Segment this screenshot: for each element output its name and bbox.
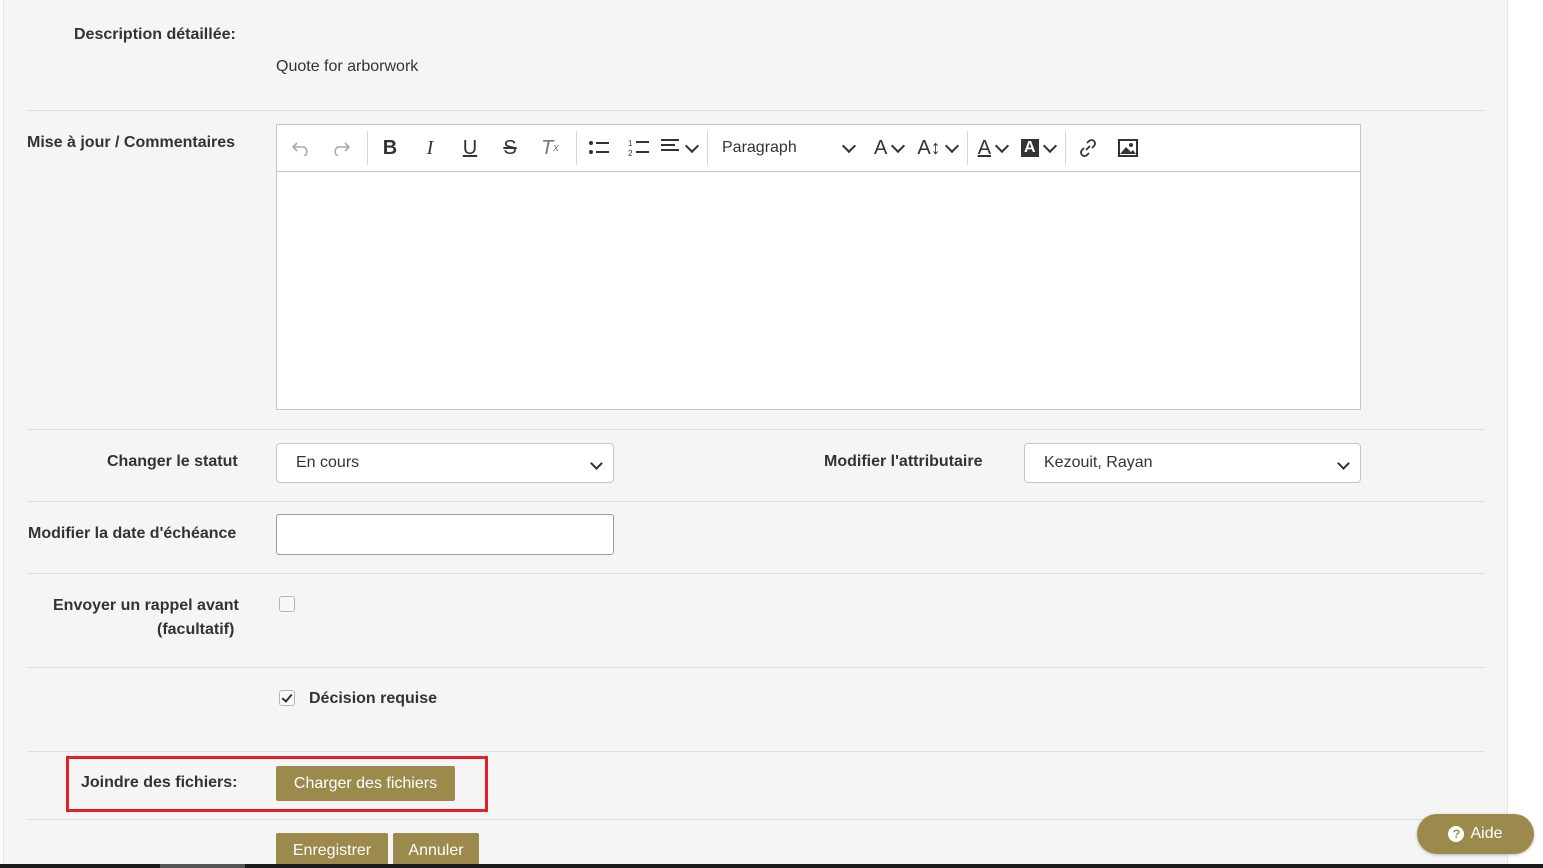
divider bbox=[27, 573, 1485, 574]
divider bbox=[27, 429, 1485, 430]
description-label: Description détaillée: bbox=[74, 26, 236, 43]
decision-required-checkbox[interactable] bbox=[279, 690, 295, 706]
taskbar-strip bbox=[0, 864, 1543, 868]
clear-format-icon[interactable]: Tx bbox=[532, 131, 568, 165]
chevron-down-icon bbox=[841, 138, 857, 153]
status-selected-value: En cours bbox=[296, 454, 360, 471]
comments-label: Mise à jour / Commentaires bbox=[27, 134, 236, 151]
toolbar-separator bbox=[707, 131, 708, 165]
toolbar-separator bbox=[966, 131, 968, 165]
divider bbox=[27, 667, 1485, 668]
status-label: Changer le statut bbox=[107, 453, 238, 470]
divider bbox=[27, 110, 1485, 111]
strikethrough-icon[interactable]: S bbox=[492, 131, 528, 165]
chevron-down-icon bbox=[590, 457, 603, 470]
due-date-input[interactable] bbox=[276, 514, 614, 555]
chevron-down-icon bbox=[944, 138, 959, 153]
reminder-label: Envoyer un rappel avant bbox=[53, 597, 239, 614]
editor-content-area[interactable] bbox=[277, 172, 1360, 409]
toolbar-separator bbox=[1064, 131, 1066, 165]
description-value: Quote for arborwork bbox=[276, 58, 419, 75]
divider bbox=[27, 751, 1485, 752]
line-height-dropdown[interactable]: A↕ bbox=[917, 131, 959, 165]
font-size-dropdown[interactable]: A bbox=[874, 131, 906, 165]
line-height-icon: A↕ bbox=[917, 136, 941, 159]
assignee-select[interactable]: Kezouit, Rayan bbox=[1024, 443, 1361, 483]
bold-icon[interactable]: B bbox=[372, 131, 408, 165]
font-color-dropdown[interactable]: A bbox=[977, 131, 1010, 165]
rich-text-editor: B I U S Tx 12 Paragraph A A↕ A A bbox=[276, 124, 1361, 410]
svg-text:2: 2 bbox=[628, 149, 633, 158]
link-icon[interactable] bbox=[1070, 131, 1106, 165]
help-icon: ? bbox=[1448, 826, 1465, 842]
align-icon bbox=[661, 138, 681, 159]
attachments-label: Joindre des fichiers: bbox=[81, 774, 238, 791]
chevron-down-icon bbox=[1337, 457, 1350, 470]
toolbar-separator bbox=[576, 131, 577, 165]
assignee-label: Modifier l'attributaire bbox=[824, 453, 983, 470]
reminder-label-optional: (facultatif) bbox=[157, 621, 235, 638]
underline-icon[interactable]: U bbox=[452, 131, 488, 165]
chevron-down-icon bbox=[891, 138, 906, 153]
chevron-down-icon bbox=[684, 138, 700, 153]
chevron-down-icon bbox=[994, 138, 1010, 153]
highlight-color-dropdown[interactable]: A bbox=[1021, 131, 1057, 165]
due-date-label: Modifier la date d'échéance bbox=[28, 525, 237, 542]
status-select[interactable]: En cours bbox=[276, 443, 614, 483]
cancel-button[interactable]: Annuler bbox=[393, 833, 479, 868]
divider bbox=[27, 819, 1485, 820]
paragraph-format-dropdown[interactable]: Paragraph bbox=[712, 131, 862, 165]
assignee-selected-value: Kezouit, Rayan bbox=[1044, 454, 1153, 471]
taskbar-segment bbox=[160, 864, 245, 868]
bullet-list-icon[interactable] bbox=[581, 131, 617, 165]
decision-required-label: Décision requise bbox=[309, 690, 438, 707]
chevron-down-icon bbox=[1042, 138, 1057, 153]
editor-toolbar: B I U S Tx 12 Paragraph A A↕ A A bbox=[277, 125, 1360, 172]
redo-icon[interactable] bbox=[323, 131, 359, 165]
font-size-icon: A bbox=[874, 136, 888, 159]
font-color-icon: A bbox=[977, 136, 992, 159]
paragraph-label: Paragraph bbox=[722, 139, 797, 156]
highlight-color-icon: A bbox=[1021, 139, 1039, 157]
reminder-checkbox[interactable] bbox=[279, 596, 295, 612]
upload-files-button[interactable]: Charger des fichiers bbox=[276, 766, 455, 801]
help-label: Aide bbox=[1470, 825, 1503, 842]
undo-icon[interactable] bbox=[283, 131, 319, 165]
align-dropdown[interactable] bbox=[661, 131, 700, 165]
help-button[interactable]: ? Aide bbox=[1417, 814, 1534, 854]
svg-text:1: 1 bbox=[628, 139, 633, 148]
image-icon[interactable] bbox=[1110, 131, 1146, 165]
toolbar-separator bbox=[367, 131, 368, 165]
divider bbox=[27, 501, 1485, 502]
save-button[interactable]: Enregistrer bbox=[276, 833, 388, 868]
numbered-list-icon[interactable]: 12 bbox=[621, 131, 657, 165]
italic-icon[interactable]: I bbox=[412, 131, 448, 165]
